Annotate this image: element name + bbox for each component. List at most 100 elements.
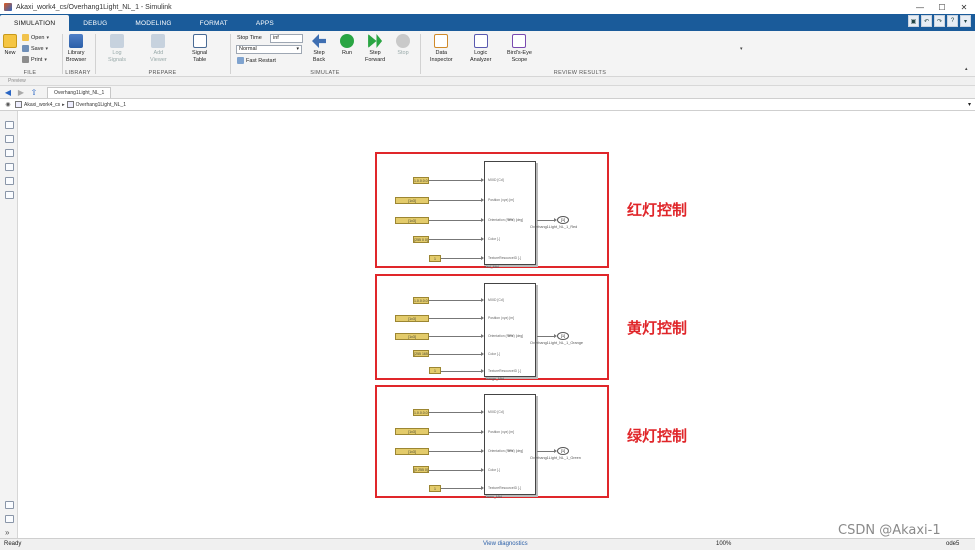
redo-icon[interactable]: ↷ <box>934 15 945 27</box>
tab-format[interactable]: FORMAT <box>186 16 242 31</box>
goto-block[interactable]: [1] <box>557 216 569 224</box>
signal-line <box>429 451 481 453</box>
tab-debug[interactable]: DEBUG <box>69 16 121 31</box>
constant-block[interactable]: 1.0.0.0.0.0 <box>413 408 429 416</box>
signal-line <box>429 318 481 320</box>
expand-panel-icon[interactable]: » <box>5 528 9 537</box>
constant-block[interactable]: 1.0.0.0.0.0 <box>413 176 429 184</box>
constant-block[interactable]: [0 255 0] <box>413 466 429 474</box>
constant-block[interactable]: [1x3] <box>395 216 429 224</box>
save-button[interactable]: Save ▾ <box>22 45 48 52</box>
stop-time-input[interactable]: inf <box>270 34 303 43</box>
constant-block[interactable]: [1x3] <box>395 314 429 322</box>
subsystem-output-label: Inst <box>508 449 514 454</box>
chevron-down-icon: ▾ <box>296 46 299 52</box>
expand-gallery-button[interactable]: ▾ <box>740 46 743 52</box>
fast-restart-icon <box>237 57 244 64</box>
signal-line <box>537 451 555 453</box>
breadcrumb-root[interactable]: Akaxi_work4_cs <box>15 101 60 108</box>
new-button[interactable]: New <box>3 34 17 57</box>
view-diagnostics-link[interactable]: View diagnostics <box>483 541 528 547</box>
signal-line <box>429 180 481 181</box>
subsystem-block[interactable] <box>484 394 536 495</box>
stop-button[interactable]: Stop <box>396 34 410 57</box>
constant-block[interactable]: [1x3] <box>395 332 429 340</box>
collapse-ribbon-icon[interactable]: ▾ <box>960 15 971 27</box>
arrow-icon[interactable] <box>5 149 14 157</box>
help-icon[interactable]: ? <box>947 15 958 27</box>
subsystem-block[interactable] <box>484 161 536 265</box>
birds-eye-scope-button[interactable]: Bird's-Eye Scope <box>507 34 532 63</box>
constant-block[interactable]: [1x3] <box>395 428 429 436</box>
signal-arrow <box>481 467 484 472</box>
close-button[interactable]: ✕ <box>953 0 975 14</box>
constant-block[interactable]: 1 <box>429 254 441 262</box>
collapse-toolstrip-button[interactable]: ▴ <box>965 66 968 72</box>
property-inspector-icon[interactable] <box>5 515 14 523</box>
constant-block[interactable]: [255 165 0] <box>413 350 429 357</box>
step-back-button[interactable]: Step Back <box>312 34 326 63</box>
subsystem-port-label: MXID [Cd] <box>488 178 504 182</box>
subsystem-port-label: MXID [Cd] <box>488 298 504 303</box>
preview-bar: Preview <box>0 77 975 86</box>
subsystem-port-label: Color [-] <box>488 237 501 241</box>
subsystem-port-label: Position (xyz) [m] <box>488 316 514 321</box>
constant-block[interactable]: 1 <box>429 484 441 492</box>
library-browser-button[interactable]: Library Browser <box>66 34 86 63</box>
signal-arrow <box>481 256 484 260</box>
data-inspector-button[interactable]: Data Inspector <box>430 34 453 63</box>
constant-block[interactable]: [1x3] <box>395 196 429 204</box>
add-viewer-button[interactable]: Add Viewer <box>150 34 167 63</box>
signal-line <box>429 220 481 221</box>
constant-block[interactable]: 1.0.0.0.0.0 <box>413 296 429 304</box>
signal-line <box>429 412 481 414</box>
model-navigation-bar: ◀ ▶ ⇧ Overhang1Light_NL_1 <box>0 86 975 99</box>
run-button[interactable]: Run <box>340 34 354 57</box>
signal-arrow <box>481 351 484 356</box>
model-canvas[interactable]: 红灯控制 MXID [Cd] 1.0.0.0.0.0 Position (xyz) [… <box>18 111 975 538</box>
maximize-button[interactable]: ☐ <box>931 0 953 14</box>
open-button[interactable]: Open ▾ <box>22 34 49 41</box>
model-tab[interactable]: Overhang1Light_NL_1 <box>47 86 112 98</box>
solver-name: ode5 <box>946 541 960 547</box>
simulation-mode-select[interactable]: Normal ▾ <box>236 45 302 54</box>
constant-block[interactable]: [255 0 0] <box>413 235 429 243</box>
image-icon[interactable] <box>5 177 14 185</box>
goto-block-label: Overhang1Light_NL_1_Orange <box>530 341 583 346</box>
hide-browser-icon[interactable]: ◉ <box>3 100 13 110</box>
breadcrumb-dropdown-icon[interactable]: ▾ <box>968 101 971 108</box>
back-arrow-icon[interactable]: ◀ <box>3 87 13 97</box>
tab-apps[interactable]: APPS <box>242 16 288 31</box>
stop-icon <box>396 34 410 48</box>
breadcrumb-child[interactable]: Overhang1Light_NL_1 <box>66 101 126 108</box>
signal-arrow <box>481 334 484 339</box>
subsystem-block[interactable] <box>484 283 536 377</box>
subsystem-port-label: Position (xyz) [m] <box>488 429 514 434</box>
zoom-icon[interactable] <box>5 121 14 129</box>
log-signals-button[interactable]: Log Signals <box>108 34 126 63</box>
minimize-button[interactable]: — <box>909 0 931 14</box>
constant-block[interactable]: 1 <box>429 367 441 375</box>
logic-analyzer-button[interactable]: Logic Analyzer <box>470 34 491 63</box>
tab-modeling[interactable]: MODELING <box>121 16 185 31</box>
print-button[interactable]: Print ▾ <box>22 56 47 63</box>
tab-simulation[interactable]: SIMULATION <box>0 15 70 31</box>
constant-block[interactable]: [1x3] <box>395 447 429 455</box>
forward-arrow-icon[interactable]: ▶ <box>16 87 26 97</box>
signal-table-button[interactable]: Signal Table <box>192 34 207 63</box>
model-browser-icon[interactable] <box>5 501 14 509</box>
chevron-down-icon: ▾ <box>740 46 743 52</box>
signal-line <box>429 431 481 433</box>
up-to-parent-icon[interactable]: ⇧ <box>29 87 39 97</box>
signal-line <box>429 300 481 302</box>
subsystem-port-label: Position (xyz) [m] <box>488 198 514 202</box>
annotation-icon[interactable] <box>5 163 14 171</box>
fast-restart-button[interactable]: Fast Restart <box>237 57 276 64</box>
save-quick-icon[interactable]: ▣ <box>908 15 919 27</box>
status-bar: Ready View diagnostics 100% ode5 <box>0 538 975 550</box>
subsystem-name: Orange_Mtd <box>484 377 504 381</box>
area-icon[interactable] <box>5 191 14 199</box>
fit-to-view-icon[interactable] <box>5 135 14 143</box>
step-forward-button[interactable]: Step Forward <box>365 34 385 63</box>
undo-icon[interactable]: ↶ <box>921 15 932 27</box>
